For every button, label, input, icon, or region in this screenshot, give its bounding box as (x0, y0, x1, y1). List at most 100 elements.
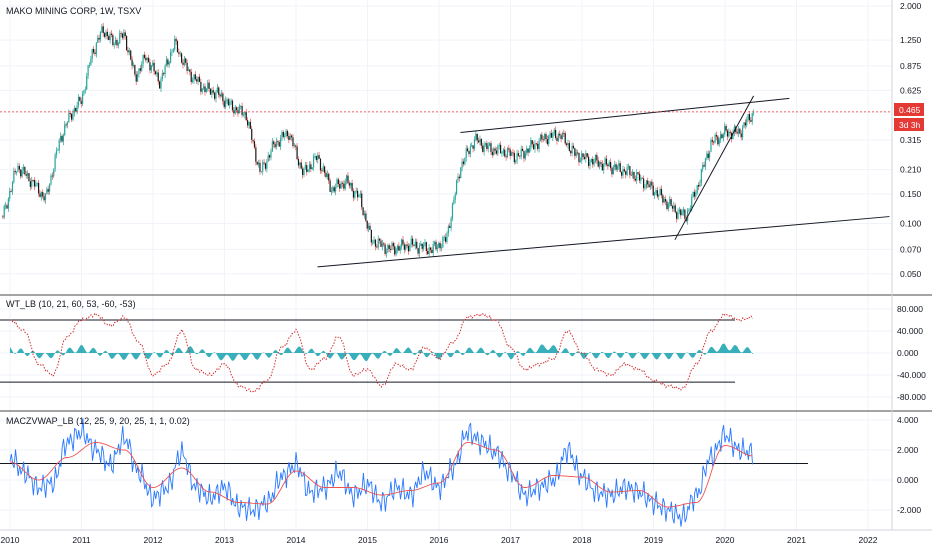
candle-body (366, 220, 368, 229)
candle-body (677, 211, 679, 219)
candle-body (102, 26, 104, 34)
candle-body (77, 96, 80, 106)
candle-body (71, 113, 73, 120)
candle-body (593, 161, 595, 165)
candle-body (538, 141, 540, 149)
candle-body (692, 191, 694, 198)
candle-body (670, 199, 672, 207)
macd-axis[interactable]: 4.000 2.000 0.000 -2.000 (897, 415, 921, 515)
candle-body (425, 242, 427, 252)
candle-body (601, 163, 603, 171)
candle-body (680, 209, 682, 216)
candle-body (615, 164, 617, 170)
candle-body (541, 134, 543, 140)
candle-body (458, 176, 460, 179)
price-axis-tick: 0.070 (900, 244, 922, 254)
candle-body (388, 245, 390, 249)
candle-body (306, 165, 308, 172)
candle-body (526, 148, 528, 154)
candle-body (376, 246, 378, 248)
candle-body (197, 76, 199, 82)
candle-body (365, 213, 367, 221)
candle-body (377, 238, 379, 248)
candle-body (725, 125, 727, 131)
candle-body (297, 159, 300, 166)
candle-body (22, 166, 25, 171)
candle-body (62, 134, 64, 142)
candle-body (47, 189, 49, 192)
candle-body (460, 167, 462, 179)
candle-body (493, 148, 495, 156)
candle-body (65, 124, 67, 126)
candle-body (655, 190, 657, 193)
candle-body (363, 213, 366, 216)
candle-body (303, 167, 305, 176)
candle-body (534, 143, 536, 150)
time-axis[interactable]: 2010 2011 2012 2013 2014 2015 2016 2017 2018 2019… (1, 535, 878, 545)
candle-body (226, 99, 228, 101)
candle-body (300, 162, 302, 169)
candle-body (149, 62, 151, 71)
candle-body (575, 152, 577, 156)
candle-body (75, 108, 77, 112)
candle-body (418, 245, 421, 254)
candle-body (537, 143, 539, 149)
candle-body (285, 130, 287, 137)
candle-body (387, 245, 389, 253)
chart-canvas: 2.000 1.250 0.875 0.625 0.315 0.210 0.150 0.100… (0, 0, 932, 545)
candle-body (148, 57, 150, 63)
candle-body (145, 57, 147, 61)
candle-body (284, 136, 286, 138)
candle-body (654, 192, 656, 196)
candle-body (324, 166, 326, 173)
candle-body (557, 133, 559, 141)
candle-body (38, 182, 40, 194)
candle-body (720, 134, 722, 140)
price-axis[interactable]: 2.000 1.250 0.875 0.625 0.315 0.210 0.150 0.100… (900, 1, 922, 279)
candle-body (106, 31, 108, 37)
wt-axis-tick: -40.000 (897, 370, 926, 380)
candle-body (108, 36, 110, 41)
candle-body (385, 252, 388, 254)
candle-body (571, 145, 573, 154)
candle-body (341, 182, 344, 184)
candle-body (563, 133, 565, 134)
candle-body (394, 246, 396, 255)
candle-body (559, 133, 561, 136)
time-axis-tick: 2022 (859, 535, 878, 545)
macd-axis-tick: 4.000 (897, 415, 919, 425)
candle-body (58, 139, 60, 151)
candle-body (674, 205, 676, 213)
candle-body (457, 176, 459, 181)
candle-body (652, 185, 654, 196)
candle-body (594, 154, 597, 162)
candle-body (5, 205, 7, 207)
candle-body (427, 251, 429, 255)
candle-body (31, 179, 33, 187)
candle-body (379, 238, 381, 241)
candle-body (130, 50, 132, 60)
candle-body (546, 139, 548, 145)
candle-body (278, 141, 280, 147)
candle-body (451, 203, 454, 219)
candle-body (506, 148, 509, 158)
price-pane[interactable] (0, 22, 892, 268)
candle-body (83, 89, 85, 94)
candle-body (548, 135, 550, 145)
candle-body (241, 106, 243, 116)
candle-body (64, 124, 66, 135)
price-badge-countdown: 3d 3h (899, 120, 921, 130)
candle-body (718, 139, 720, 145)
candle-body (574, 148, 576, 156)
candle-body (344, 180, 346, 189)
candle-body (464, 158, 466, 164)
candle-body (468, 150, 470, 154)
candle-body (416, 241, 418, 249)
candle-body (440, 247, 443, 249)
candle-body (326, 173, 328, 178)
candle-body (192, 80, 194, 82)
candle-body (409, 244, 411, 252)
wt-axis[interactable]: 80.000 40.000 0.000 -40.000 -80.000 (897, 304, 926, 402)
candle-body (618, 163, 620, 167)
candle-body (27, 173, 29, 176)
